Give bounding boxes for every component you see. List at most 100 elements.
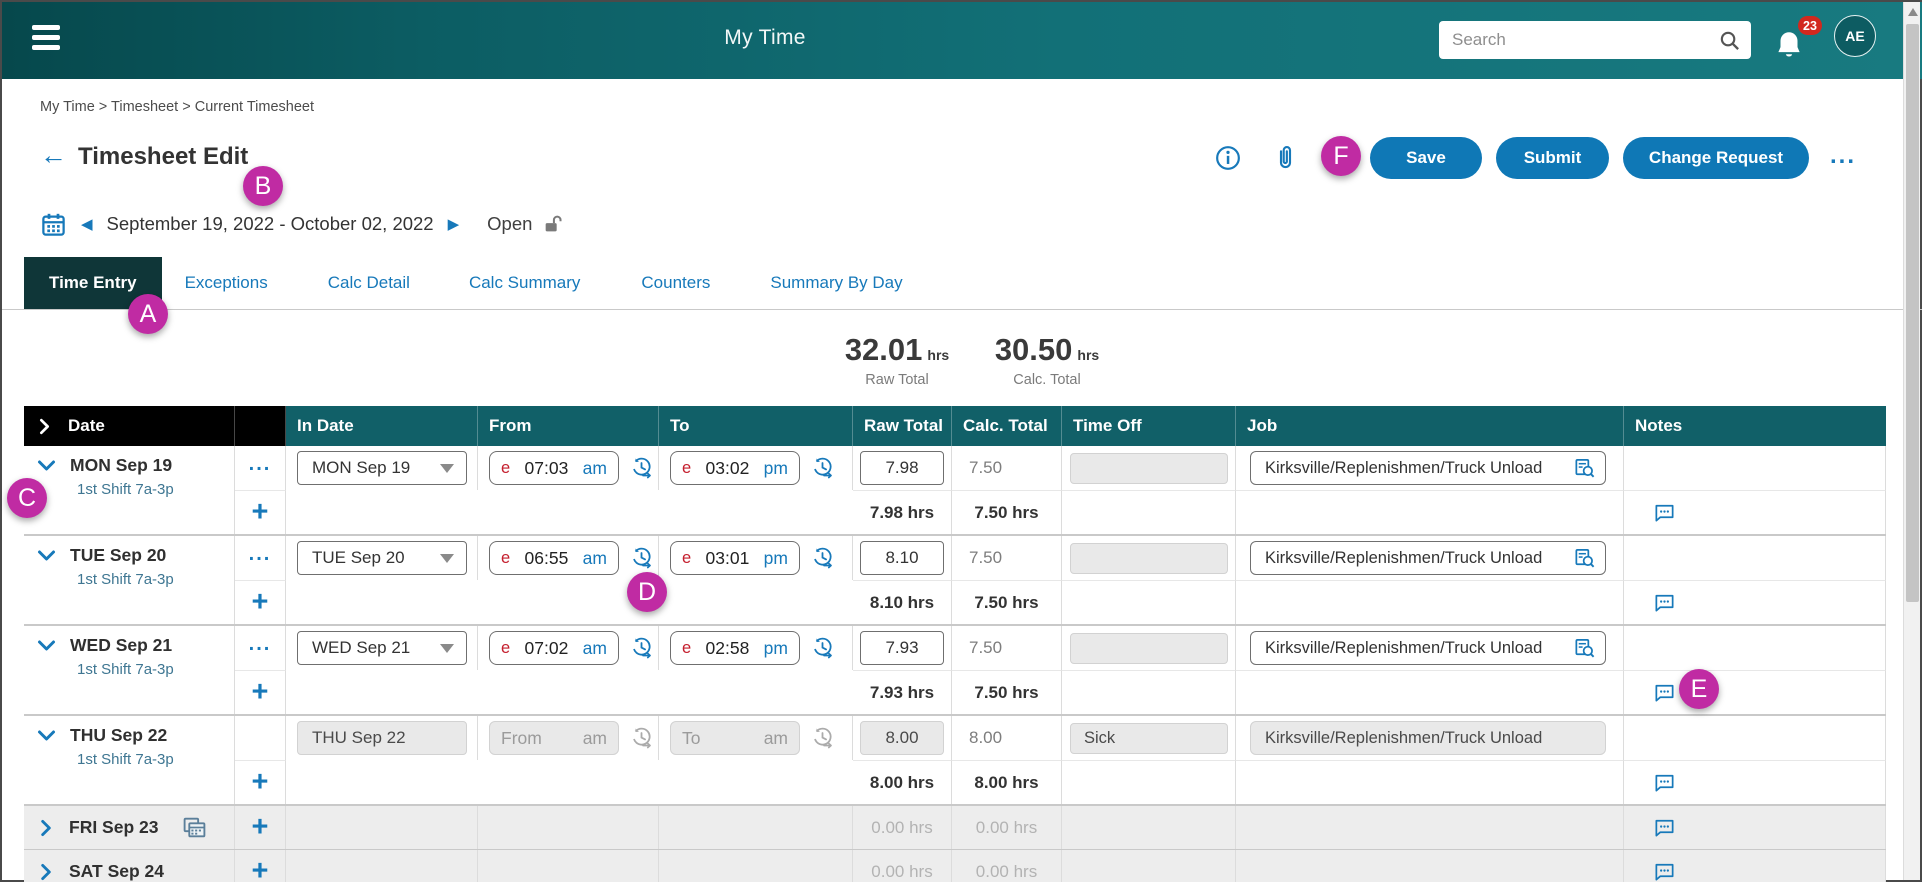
- note-comment-icon[interactable]: [1653, 816, 1676, 839]
- vertical-scrollbar[interactable]: [1903, 2, 1920, 880]
- add-row-button[interactable]: +: [252, 498, 269, 527]
- shift-label[interactable]: 1st Shift 7a-3p: [77, 661, 174, 678]
- chevron-right-icon[interactable]: [36, 818, 56, 838]
- schedule-calendar-icon[interactable]: [182, 815, 207, 840]
- scrollbar-thumb[interactable]: [1906, 24, 1919, 602]
- recalc-time-icon[interactable]: [630, 636, 654, 660]
- calendar-icon[interactable]: [40, 211, 67, 238]
- add-row-button[interactable]: +: [252, 588, 269, 617]
- job-lookup-icon[interactable]: [1573, 547, 1596, 570]
- submit-button[interactable]: Submit: [1496, 137, 1609, 179]
- chevron-down-icon[interactable]: [36, 635, 57, 656]
- from-input[interactable]: e 06:55 am: [489, 541, 619, 575]
- paperclip-icon: [1272, 144, 1299, 171]
- job-input[interactable]: Kirksville/Replenishmen/Truck Unload: [1250, 631, 1606, 665]
- save-button[interactable]: Save: [1370, 137, 1482, 179]
- chevron-down-icon[interactable]: [36, 455, 57, 476]
- search-icon[interactable]: [1718, 29, 1741, 52]
- day-label: MON Sep 19: [70, 455, 173, 475]
- avatar[interactable]: AE: [1834, 15, 1876, 57]
- prev-period-button[interactable]: ◀: [81, 215, 93, 233]
- recalc-time-icon[interactable]: [811, 636, 835, 660]
- notes-cell: [1624, 536, 1886, 580]
- recalc-time-icon[interactable]: [811, 456, 835, 480]
- to-input[interactable]: e 03:01 pm: [670, 541, 800, 575]
- notes-cell: [1624, 716, 1886, 760]
- chevron-down-icon[interactable]: [36, 725, 57, 746]
- note-comment-icon[interactable]: [1653, 771, 1676, 794]
- search-box[interactable]: [1439, 21, 1751, 59]
- calc-total-value: 8.00: [952, 716, 1062, 760]
- day-row-wed-sep-21: WED Sep 21 1st Shift 7a-3p ... + WED Sep…: [24, 626, 1886, 716]
- to-input[interactable]: e 02:58 pm: [670, 631, 800, 665]
- raw-total-input[interactable]: 7.93: [860, 631, 944, 665]
- notes-cell: [1624, 806, 1886, 849]
- job-input[interactable]: Kirksville/Replenishmen/Truck Unload: [1250, 451, 1606, 485]
- calc-total-value: 7.50: [952, 536, 1062, 580]
- time-off-input[interactable]: [1070, 542, 1228, 574]
- breadcrumb[interactable]: My Time > Timesheet > Current Timesheet: [40, 99, 314, 115]
- time-off-input: Sick: [1070, 722, 1228, 754]
- recalc-time-icon[interactable]: [630, 546, 654, 570]
- attachment-button[interactable]: [1272, 144, 1299, 176]
- next-period-button[interactable]: ▶: [448, 215, 460, 233]
- tab-summary-by-day[interactable]: Summary By Day: [749, 257, 923, 309]
- notification-badge: 23: [1798, 16, 1822, 35]
- raw-total-input[interactable]: 8.10: [860, 541, 944, 575]
- chevron-right-icon[interactable]: [36, 862, 56, 882]
- table-header-job: Job: [1236, 406, 1624, 446]
- notes-cell: [1624, 760, 1886, 804]
- back-button[interactable]: ←: [40, 142, 67, 169]
- subtotal-raw: 7.93 hrs: [853, 670, 952, 714]
- tab-calc-detail[interactable]: Calc Detail: [307, 257, 431, 309]
- calc-total-value: 7.50: [952, 446, 1062, 490]
- annotation-badge-b: B: [243, 166, 283, 206]
- notifications-button[interactable]: 23: [1770, 16, 1822, 66]
- from-input[interactable]: e 07:03 am: [489, 451, 619, 485]
- note-comment-icon[interactable]: [1653, 681, 1676, 704]
- search-input[interactable]: [1452, 30, 1718, 50]
- add-row-button[interactable]: +: [252, 678, 269, 707]
- notes-cell: [1624, 850, 1886, 882]
- tab-calc-summary[interactable]: Calc Summary: [448, 257, 601, 309]
- top-app-bar: My Time 23 AE: [2, 2, 1922, 79]
- job-lookup-icon[interactable]: [1573, 457, 1596, 480]
- scroll-up-arrow[interactable]: [1908, 8, 1918, 16]
- edited-flag: e: [501, 458, 511, 477]
- info-button[interactable]: [1215, 145, 1241, 176]
- chevron-down-icon[interactable]: [36, 545, 57, 566]
- tab-exceptions[interactable]: Exceptions: [164, 257, 289, 309]
- add-row-button[interactable]: +: [252, 813, 269, 842]
- more-actions-button[interactable]: ...: [1830, 142, 1856, 170]
- page-title: Timesheet Edit: [78, 143, 249, 170]
- time-off-input[interactable]: [1070, 632, 1228, 664]
- to-input[interactable]: e 03:02 pm: [670, 451, 800, 485]
- in-date-select[interactable]: MON Sep 19: [297, 451, 467, 485]
- annotation-badge-a: A: [128, 294, 168, 334]
- shift-label[interactable]: 1st Shift 7a-3p: [77, 571, 174, 588]
- hamburger-menu-button[interactable]: [32, 25, 62, 55]
- add-row-button[interactable]: +: [252, 768, 269, 797]
- in-date-select[interactable]: TUE Sep 20: [297, 541, 467, 575]
- recalc-time-icon[interactable]: [630, 456, 654, 480]
- note-comment-icon[interactable]: [1653, 591, 1676, 614]
- raw-total-input[interactable]: 7.98: [860, 451, 944, 485]
- change-request-button[interactable]: Change Request: [1623, 137, 1809, 179]
- day-label: SAT Sep 24: [69, 861, 164, 881]
- recalc-time-icon[interactable]: [811, 546, 835, 570]
- expand-all-icon[interactable]: [35, 417, 54, 436]
- add-row-button[interactable]: +: [252, 857, 269, 882]
- in-date-select[interactable]: WED Sep 21: [297, 631, 467, 665]
- note-comment-icon[interactable]: [1653, 860, 1676, 882]
- annotation-badge-c: C: [7, 478, 47, 518]
- shift-label[interactable]: 1st Shift 7a-3p: [77, 751, 174, 768]
- note-comment-icon[interactable]: [1653, 501, 1676, 524]
- subtotal-calc: 7.50 hrs: [952, 580, 1062, 624]
- shift-label[interactable]: 1st Shift 7a-3p: [77, 481, 174, 498]
- tab-counters[interactable]: Counters: [620, 257, 731, 309]
- time-off-input[interactable]: [1070, 452, 1228, 484]
- job-lookup-icon[interactable]: [1573, 637, 1596, 660]
- caret-down-icon: [440, 643, 454, 653]
- from-input[interactable]: e 07:02 am: [489, 631, 619, 665]
- job-input[interactable]: Kirksville/Replenishmen/Truck Unload: [1250, 541, 1606, 575]
